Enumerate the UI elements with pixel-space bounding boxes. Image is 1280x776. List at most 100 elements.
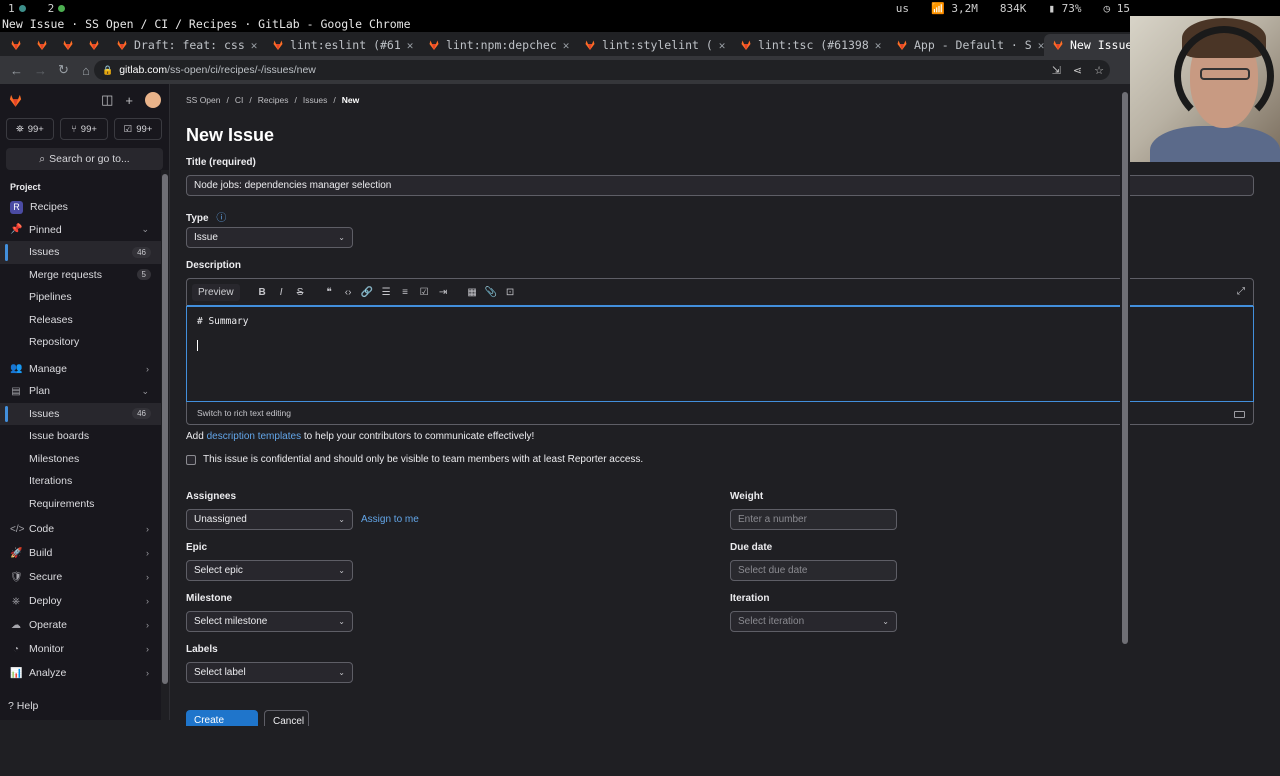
link-icon[interactable]: 🔗 bbox=[361, 287, 374, 298]
assignees-select[interactable]: Unassigned ⌄ bbox=[186, 509, 353, 530]
browser-tab[interactable]: lint:tsc (#61398 ✕ bbox=[732, 34, 888, 56]
breadcrumb-item[interactable]: SS Open bbox=[186, 95, 221, 105]
browser-tab[interactable]: App - Default · S ✕ bbox=[888, 34, 1044, 56]
close-tab-icon[interactable]: ✕ bbox=[251, 39, 258, 52]
bullet-list-icon[interactable]: ☰ bbox=[380, 287, 393, 298]
search-button[interactable]: ⌕ Search or go to... bbox=[6, 148, 163, 170]
browser-tab[interactable]: lint:npm:depchec ✕ bbox=[420, 34, 576, 56]
close-tab-icon[interactable]: ✕ bbox=[875, 39, 882, 52]
cancel-button[interactable]: Cancel bbox=[264, 710, 309, 726]
sidebar-item-issues[interactable]: Issues 46 bbox=[0, 402, 169, 425]
address-bar[interactable]: 🔒 gitlab.com/ss-open/ci/recipes/-/issues… bbox=[94, 60, 1110, 80]
counter-review[interactable]: ⑂ 99+ bbox=[60, 118, 108, 140]
confidential-checkbox-row[interactable]: This issue is confidential and should on… bbox=[186, 454, 643, 465]
sidebar-item-pinned[interactable]: 📌 Pinned ⌄ bbox=[0, 219, 169, 242]
sidebar-item-plan[interactable]: ▤ Plan ⌄ bbox=[0, 380, 169, 403]
browser-tab[interactable]: lint:eslint (#61 ✕ bbox=[264, 34, 420, 56]
browser-tab[interactable]: lint:stylelint (✕ bbox=[576, 34, 732, 56]
strikethrough-icon[interactable]: S bbox=[294, 287, 307, 298]
forward-icon[interactable]: → bbox=[34, 63, 48, 78]
sidebar-item-releases[interactable]: Releases bbox=[0, 309, 169, 332]
iteration-select[interactable]: Select iteration ⌄ bbox=[730, 611, 897, 632]
breadcrumb-item[interactable]: CI bbox=[235, 95, 244, 105]
create-new-icon[interactable]: + bbox=[125, 93, 133, 108]
browser-tab[interactable] bbox=[82, 34, 108, 56]
milestone-select[interactable]: Select milestone ⌄ bbox=[186, 611, 353, 632]
sidebar-item-code[interactable]: </> Code › bbox=[0, 517, 169, 541]
workspace-2[interactable]: 2 bbox=[48, 2, 55, 15]
type-select[interactable]: Issue ⌄ bbox=[186, 227, 353, 248]
browser-tab[interactable] bbox=[30, 34, 56, 56]
scrollbar-thumb[interactable] bbox=[1122, 92, 1128, 644]
main-scrollbar[interactable] bbox=[1120, 84, 1130, 720]
confidential-checkbox[interactable] bbox=[186, 454, 196, 465]
user-avatar[interactable] bbox=[145, 92, 161, 108]
browser-tab[interactable] bbox=[56, 34, 82, 56]
counter-todo[interactable]: ☑ 99+ bbox=[114, 118, 162, 140]
close-tab-icon[interactable]: ✕ bbox=[719, 39, 726, 52]
sidebar-scrollbar[interactable] bbox=[161, 170, 169, 776]
bold-icon[interactable]: B bbox=[256, 287, 269, 298]
quote-icon[interactable]: ❝ bbox=[323, 287, 336, 298]
quick-actions-icon[interactable]: ⊡ bbox=[504, 287, 517, 298]
sidebar-item-issues[interactable]: Issues 46 bbox=[0, 241, 169, 264]
help-circle-icon[interactable]: ⓘ bbox=[216, 213, 226, 224]
task-list-icon[interactable]: ☑ bbox=[418, 287, 431, 298]
help-button[interactable]: ? Help bbox=[8, 700, 38, 712]
sidebar-item-deploy[interactable]: ⎈ Deploy › bbox=[0, 589, 169, 613]
sidebar-item-build[interactable]: 🚀 Build › bbox=[0, 541, 169, 565]
sidebar-item-issue-boards[interactable]: Issue boards bbox=[0, 425, 169, 448]
weight-input[interactable]: Enter a number bbox=[730, 509, 897, 530]
preview-tab[interactable]: Preview bbox=[192, 283, 240, 301]
sidebar-item-project[interactable]: R Recipes bbox=[0, 196, 169, 219]
close-tab-icon[interactable]: ✕ bbox=[563, 39, 570, 52]
sidebar-item-milestones[interactable]: Milestones bbox=[0, 448, 169, 471]
sidebar-item-iterations[interactable]: Iterations bbox=[0, 470, 169, 493]
bookmark-star-icon[interactable]: ☆ bbox=[1094, 64, 1104, 77]
counter-merge-request[interactable]: ⛯ 99+ bbox=[6, 118, 54, 140]
browser-tab[interactable]: Draft: feat: css ✕ bbox=[108, 34, 264, 56]
share-icon[interactable]: ⋖ bbox=[1073, 64, 1082, 77]
epic-select[interactable]: Select epic ⌄ bbox=[186, 560, 353, 581]
sidebar-item-merge-requests[interactable]: Merge requests 5 bbox=[0, 264, 169, 287]
gitlab-logo-icon[interactable] bbox=[8, 93, 23, 108]
indent-icon[interactable]: ⇥ bbox=[437, 287, 450, 298]
description-textarea[interactable]: # Summary bbox=[186, 306, 1254, 402]
fullscreen-icon[interactable]: ⤢ bbox=[1237, 286, 1245, 297]
site-info-icon[interactable]: 🔒 bbox=[102, 65, 113, 76]
install-app-icon[interactable]: ⇲ bbox=[1052, 64, 1061, 77]
italic-icon[interactable]: I bbox=[275, 287, 288, 298]
breadcrumb-item[interactable]: Issues bbox=[303, 95, 328, 105]
description-templates-link[interactable]: description templates bbox=[207, 431, 302, 442]
labels-select[interactable]: Select label ⌄ bbox=[186, 662, 353, 683]
table-icon[interactable]: ▦ bbox=[466, 287, 479, 298]
count-badge: 46 bbox=[132, 408, 151, 420]
sidebar-item-label: Requirements bbox=[29, 497, 95, 510]
close-tab-icon[interactable]: ✕ bbox=[407, 39, 414, 52]
numbered-list-icon[interactable]: ≡ bbox=[399, 287, 412, 298]
due-date-input[interactable]: Select due date bbox=[730, 560, 897, 581]
workspace-1[interactable]: 1 bbox=[8, 2, 15, 15]
back-icon[interactable]: ← bbox=[10, 63, 24, 78]
collapse-sidebar-icon[interactable]: ◫ bbox=[101, 92, 113, 108]
sidebar-item-secure[interactable]: 🛡 Secure › bbox=[0, 565, 169, 589]
scrollbar-thumb[interactable] bbox=[162, 174, 168, 684]
reload-icon[interactable]: ↻ bbox=[58, 62, 72, 78]
battery-status: ▮ 73% bbox=[1048, 2, 1081, 15]
code-icon[interactable]: ‹› bbox=[342, 287, 355, 298]
browser-tab-active[interactable]: New Issue bbox=[1044, 34, 1144, 56]
attach-file-icon[interactable]: 📎 bbox=[485, 287, 498, 298]
sidebar-item-requirements[interactable]: Requirements bbox=[0, 493, 169, 516]
sidebar-item-monitor[interactable]: ◔ Monitor › bbox=[0, 637, 169, 661]
browser-tab[interactable] bbox=[4, 34, 30, 56]
title-input[interactable]: Node jobs: dependencies manager selectio… bbox=[186, 175, 1254, 196]
breadcrumb-item[interactable]: Recipes bbox=[258, 95, 289, 105]
assign-to-me-link[interactable]: Assign to me bbox=[361, 514, 419, 525]
rich-text-toggle[interactable]: Switch to rich text editing bbox=[197, 408, 291, 418]
sidebar-item-repository[interactable]: Repository bbox=[0, 331, 169, 354]
sidebar-item-pipelines[interactable]: Pipelines bbox=[0, 286, 169, 309]
create-issue-button[interactable]: Create issue bbox=[186, 710, 258, 726]
sidebar-item-manage[interactable]: 👥 Manage › bbox=[0, 358, 169, 381]
sidebar-item-analyze[interactable]: 📊 Analyze › bbox=[0, 661, 169, 685]
sidebar-item-operate[interactable]: ☁ Operate › bbox=[0, 613, 169, 637]
